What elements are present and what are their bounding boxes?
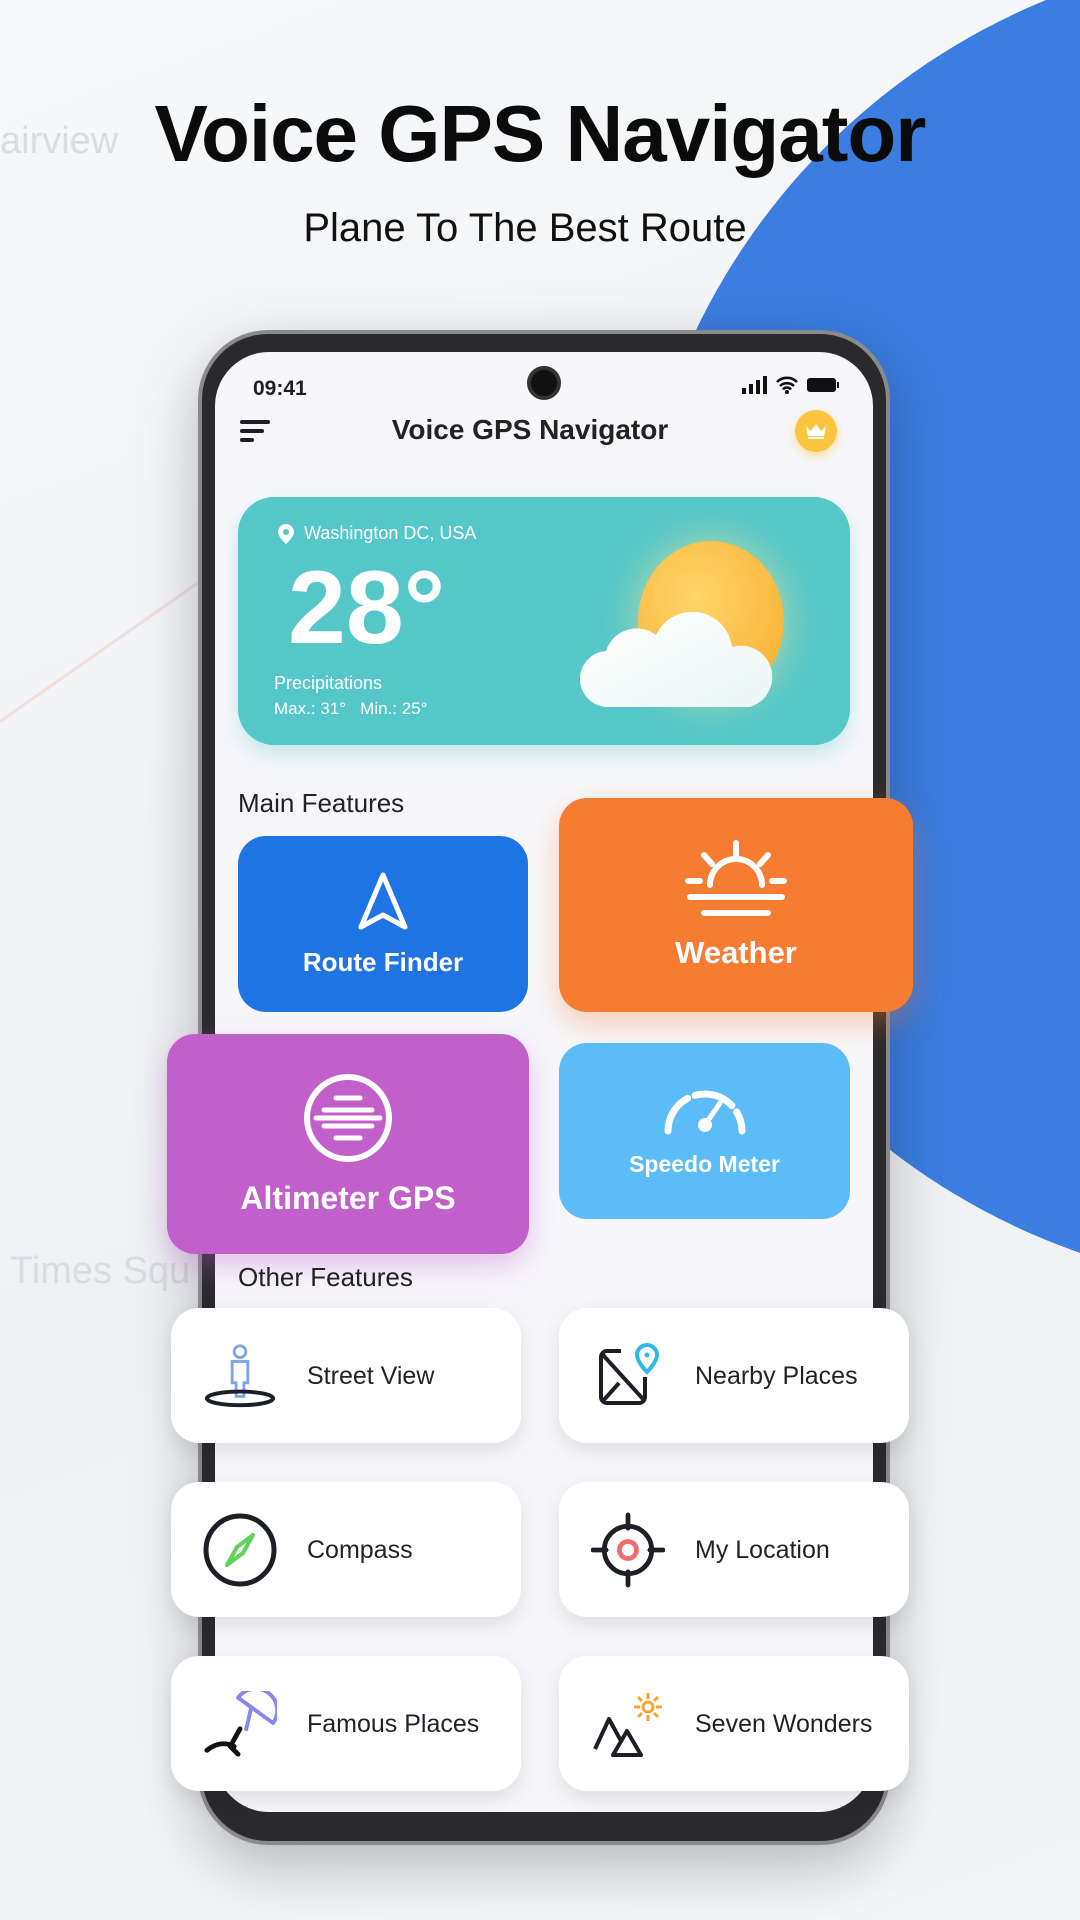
map-pin-icon bbox=[599, 1342, 660, 1405]
my-location-button[interactable]: My Location bbox=[559, 1482, 909, 1617]
street-view-label: Street View bbox=[307, 1361, 435, 1390]
weather-condition: Precipitations bbox=[274, 673, 383, 693]
famous-places-button[interactable]: Famous Places bbox=[171, 1656, 521, 1791]
temperature: 28° bbox=[288, 550, 446, 666]
other-features-heading: Other Features bbox=[238, 1262, 413, 1292]
nearby-places-label: Nearby Places bbox=[695, 1361, 858, 1390]
mountains-sun-icon bbox=[593, 1692, 662, 1757]
premium-button[interactable] bbox=[795, 410, 837, 452]
hero-title: Voice GPS Navigator bbox=[154, 89, 927, 178]
location: Washington DC, USA bbox=[278, 523, 476, 544]
weather-label: Weather bbox=[675, 935, 797, 970]
seven-wonders-button[interactable]: Seven Wonders bbox=[559, 1656, 909, 1791]
sunrise-icon bbox=[685, 840, 787, 916]
speedo-meter-button[interactable]: Speedo Meter bbox=[559, 1043, 850, 1219]
main-features-heading: Main Features bbox=[238, 788, 405, 818]
location-text: Washington DC, USA bbox=[304, 523, 477, 543]
weather-card[interactable]: Washington DC, USA 28° Precipitations Ma… bbox=[238, 497, 850, 745]
speedometer-icon bbox=[664, 1090, 745, 1134]
hero-subtitle: Plane To The Best Route bbox=[303, 206, 747, 250]
battery-icon bbox=[807, 378, 839, 392]
status-icons bbox=[742, 376, 840, 394]
location-pin-icon bbox=[278, 523, 294, 544]
app-title: Voice GPS Navigator bbox=[391, 414, 669, 445]
route-finder-button[interactable]: Route Finder bbox=[238, 836, 528, 1012]
weather-button[interactable]: Weather bbox=[559, 798, 913, 1012]
street-view-button[interactable]: Street View bbox=[171, 1308, 521, 1443]
my-location-label: My Location bbox=[695, 1535, 830, 1564]
wifi-icon bbox=[776, 376, 798, 394]
street-view-icon bbox=[204, 1343, 276, 1407]
route-finder-label: Route Finder bbox=[302, 946, 464, 977]
max-min-temperature: Max.: 31° Min.: 25° bbox=[274, 699, 428, 718]
altimeter-icon bbox=[304, 1073, 392, 1162]
status-time: 09:41 bbox=[253, 377, 307, 400]
nearby-places-button[interactable]: Nearby Places bbox=[559, 1308, 909, 1443]
crown-icon bbox=[806, 424, 826, 439]
compass-icon bbox=[203, 1513, 277, 1586]
speedo-meter-label: Speedo Meter bbox=[629, 1150, 780, 1177]
compass-button[interactable]: Compass bbox=[171, 1482, 521, 1617]
famous-places-label: Famous Places bbox=[307, 1709, 480, 1738]
signal-icon bbox=[742, 376, 767, 394]
menu-icon[interactable] bbox=[240, 420, 270, 447]
crosshair-icon bbox=[591, 1512, 665, 1587]
beach-umbrella-icon bbox=[204, 1690, 277, 1757]
altimeter-gps-button[interactable]: Altimeter GPS bbox=[167, 1034, 529, 1254]
altimeter-gps-label: Altimeter GPS bbox=[240, 1179, 456, 1216]
camera bbox=[527, 366, 561, 400]
cloud-icon bbox=[580, 611, 773, 707]
compass-label: Compass bbox=[307, 1535, 413, 1564]
seven-wonders-label: Seven Wonders bbox=[695, 1709, 873, 1738]
navigation-arrow-icon bbox=[358, 872, 408, 929]
